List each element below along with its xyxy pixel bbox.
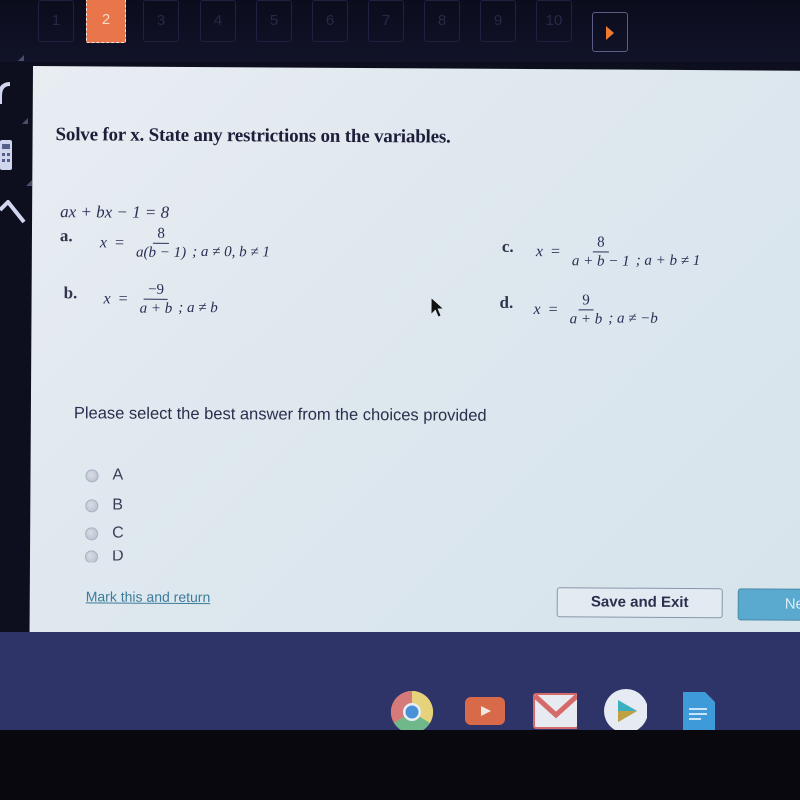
question-tab-1[interactable]: 1 (38, 0, 74, 42)
option-b-restriction: ; a ≠ b (178, 299, 218, 316)
collapse-triangle-icon (22, 118, 28, 124)
mouse-cursor-icon (431, 298, 443, 317)
option-a-letter: a. (59, 226, 73, 246)
radio-button[interactable] (85, 498, 99, 512)
collapse-triangle-icon (26, 180, 32, 186)
question-tab-2-active[interactable]: 2 (86, 0, 126, 43)
option-d-restriction: ; a ≠ −b (608, 310, 658, 327)
choice-d[interactable]: D (84, 550, 124, 563)
option-d-fraction: 9 a + b (569, 291, 603, 328)
next-tabs-button[interactable] (592, 12, 628, 52)
option-c-equation: x = 8 a + b − 1 ; a + b ≠ 1 (535, 233, 701, 270)
question-tab-9[interactable]: 9 (480, 0, 516, 42)
question-tab-strip: 1 2 3 4 5 6 7 8 9 10 (0, 0, 800, 62)
option-b-letter: b. (63, 283, 78, 303)
radio-button[interactable] (84, 550, 99, 563)
given-equation: ax + bx − 1 = 8 (60, 202, 170, 222)
question-tab-3[interactable]: 3 (143, 0, 179, 42)
mark-and-return-link[interactable]: Mark this and return (86, 588, 211, 605)
option-c-fraction: 8 a + b − 1 (571, 233, 630, 270)
play-store-icon[interactable] (603, 688, 647, 732)
answer-instruction: Please select the best answer from the c… (73, 404, 487, 425)
calculator-icon[interactable] (0, 140, 12, 170)
option-a-fraction: 8 a(b − 1) (135, 224, 187, 261)
option-b-fraction: −9 a + b (139, 280, 173, 317)
docs-icon[interactable] (683, 690, 727, 734)
question-tab-8[interactable]: 8 (424, 0, 460, 42)
headphones-icon[interactable] (0, 82, 14, 108)
pointer-tool-icon[interactable] (0, 200, 26, 228)
option-c-restriction: ; a + b ≠ 1 (635, 252, 701, 269)
question-tab-4[interactable]: 4 (200, 0, 236, 42)
radio-button[interactable] (85, 468, 99, 482)
option-b-equation: x = −9 a + b ; a ≠ b (103, 280, 218, 317)
option-a-restriction: ; a ≠ 0, b ≠ 1 (192, 243, 270, 260)
question-tab-5[interactable]: 5 (256, 0, 292, 42)
save-and-exit-button[interactable]: Save and Exit (556, 587, 723, 619)
question-tab-7[interactable]: 7 (368, 0, 404, 42)
option-d-equation: x = 9 a + b ; a ≠ −b (533, 291, 658, 328)
question-tab-6[interactable]: 6 (312, 0, 348, 42)
screen-bezel (0, 730, 800, 800)
choice-c[interactable]: C (85, 524, 124, 542)
question-prompt: Solve for x. State any restrictions on t… (55, 124, 451, 148)
question-tab-10[interactable]: 10 (536, 0, 572, 42)
option-d-letter: d. (499, 292, 514, 312)
option-a-equation: x = 8 a(b − 1) ; a ≠ 0, b ≠ 1 (99, 224, 270, 261)
choice-b[interactable]: B (85, 496, 123, 514)
next-button[interactable]: Ne (737, 588, 800, 621)
collapse-triangle-icon (18, 55, 24, 61)
radio-button[interactable] (85, 526, 99, 540)
chrome-icon[interactable] (390, 690, 434, 734)
option-c-letter: c. (501, 236, 514, 256)
choice-a[interactable]: A (85, 466, 123, 484)
play-triangle-icon (606, 26, 614, 40)
question-panel: Solve for x. State any restrictions on t… (29, 66, 800, 637)
